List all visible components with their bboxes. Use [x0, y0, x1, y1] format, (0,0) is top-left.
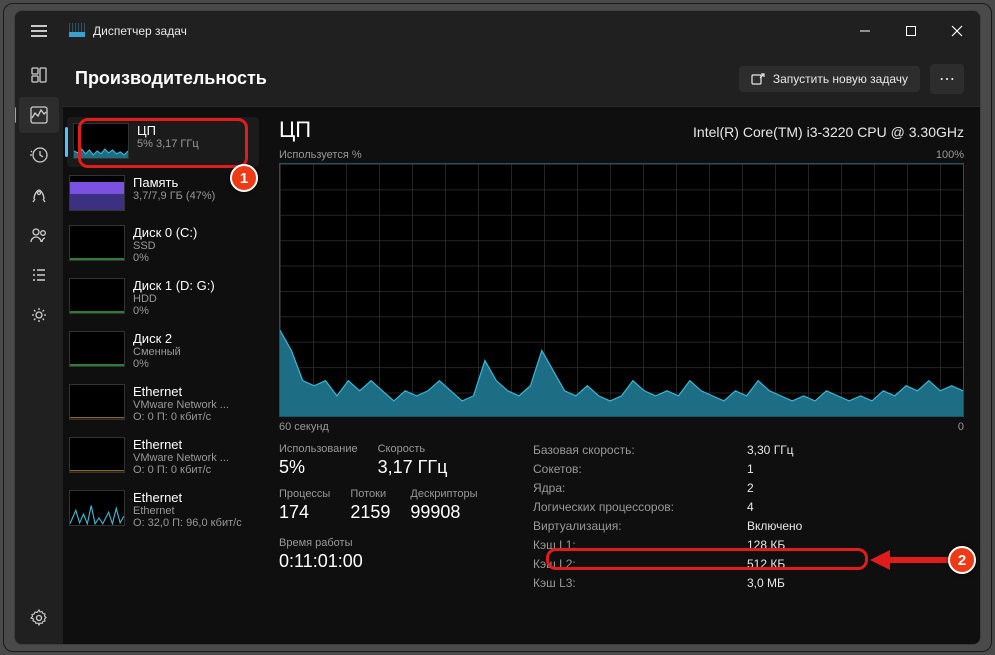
- page-title: Производительность: [75, 68, 267, 89]
- sidebar-item-disk0[interactable]: Диск 0 (C:)SSD0%: [63, 219, 263, 272]
- sidebar-item-eth0[interactable]: EthernetVMware Network ...О: 0 П: 0 кбит…: [63, 378, 263, 431]
- maximize-button[interactable]: [888, 11, 934, 51]
- window-title: Диспетчер задач: [93, 24, 187, 38]
- cpu-chart[interactable]: [279, 163, 964, 417]
- info-row-1: Сокетов:1: [533, 462, 964, 476]
- memory-thumbnail: [69, 175, 125, 211]
- minimize-button[interactable]: [842, 11, 888, 51]
- annotation-arrow: [870, 548, 952, 572]
- eth2-thumbnail: [69, 490, 125, 526]
- menu-button[interactable]: [15, 11, 63, 51]
- chart-x-left: 60 секунд: [279, 421, 329, 433]
- stat-threads: 2159: [350, 502, 390, 523]
- nav-history[interactable]: [19, 137, 59, 173]
- cpu-thumbnail: [73, 123, 129, 159]
- eth0-thumbnail: [69, 384, 125, 420]
- info-row-7: Кэш L3:3,0 МБ: [533, 576, 964, 590]
- eth1-thumbnail: [69, 437, 125, 473]
- cpu-model: Intel(R) Core(TM) i3-3220 CPU @ 3.30GHz: [693, 124, 964, 140]
- page-header: Производительность Запустить новую задач…: [63, 51, 980, 107]
- titlebar: Диспетчер задач: [15, 11, 980, 51]
- detail-title: ЦП: [279, 117, 311, 143]
- run-task-icon: [751, 72, 765, 86]
- chart-x-right: 0: [958, 421, 964, 433]
- nav-details[interactable]: [19, 257, 59, 293]
- nav-rail: [15, 51, 63, 644]
- disk1-thumbnail: [69, 278, 125, 314]
- more-button[interactable]: ⋯: [930, 64, 964, 94]
- nav-processes[interactable]: [19, 57, 59, 93]
- disk2-thumbnail: [69, 331, 125, 367]
- annotation-badge-1: 1: [230, 164, 258, 192]
- nav-startup[interactable]: [19, 177, 59, 213]
- sidebar-item-cpu[interactable]: ЦП5% 3,17 ГГц: [67, 117, 259, 167]
- app-icon: [69, 25, 85, 37]
- info-row-2: Ядра:2: [533, 481, 964, 495]
- task-manager-window: Диспетчер задач Производительность Запус…: [14, 10, 981, 645]
- stat-uptime: 0:11:01:00: [279, 551, 533, 572]
- close-button[interactable]: [934, 11, 980, 51]
- window-controls: [842, 11, 980, 51]
- nav-services[interactable]: [19, 297, 59, 333]
- run-task-label: Запустить новую задачу: [773, 72, 908, 86]
- sidebar-item-eth1[interactable]: EthernetVMware Network ...О: 0 П: 0 кбит…: [63, 431, 263, 484]
- stat-speed: 3,17 ГГц: [378, 457, 448, 478]
- annotation-badge-2: 2: [948, 546, 976, 574]
- sidebar-item-eth2[interactable]: EthernetEthernetО: 32,0 П: 96,0 кбит/с: [63, 484, 263, 537]
- stat-handles: 99908: [410, 502, 477, 523]
- info-row-3: Логических процессоров:4: [533, 500, 964, 514]
- chart-y-max: 100%: [936, 149, 964, 161]
- info-row-0: Базовая скорость:3,30 ГГц: [533, 443, 964, 457]
- nav-settings[interactable]: [19, 600, 59, 636]
- sidebar-item-disk2[interactable]: Диск 2Сменный0%: [63, 325, 263, 378]
- chart-y-label: Используется %: [279, 149, 362, 161]
- run-new-task-button[interactable]: Запустить новую задачу: [739, 66, 920, 92]
- stat-processes: 174: [279, 502, 330, 523]
- disk0-thumbnail: [69, 225, 125, 261]
- sidebar-item-disk1[interactable]: Диск 1 (D: G:)HDD0%: [63, 272, 263, 325]
- nav-users[interactable]: [19, 217, 59, 253]
- info-row-4: Виртуализация:Включено: [533, 519, 964, 533]
- nav-performance[interactable]: [19, 97, 59, 133]
- stat-usage: 5%: [279, 457, 358, 478]
